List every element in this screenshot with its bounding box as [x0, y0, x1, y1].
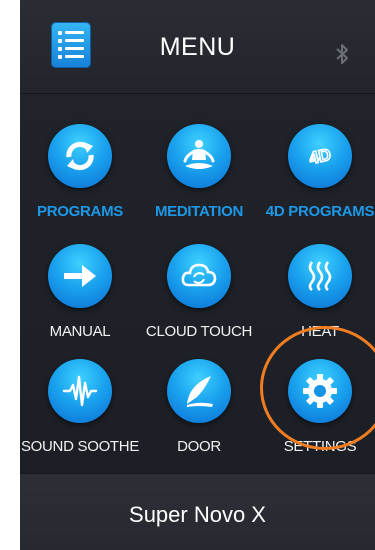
menu-item-label: 4D PROGRAMS [265, 203, 375, 220]
menu-item-meditation[interactable]: MEDITATION [139, 113, 259, 229]
door-leaf-icon [187, 376, 213, 407]
meditation-icon [183, 140, 215, 169]
menu-item-label: HEAT [301, 323, 339, 340]
app-screen: MENU PROGRAMS MEDITATION 4D 4D PROGRAMS … [20, 0, 375, 550]
sync-arrows-icon [66, 141, 94, 171]
4d-icon: 4D [307, 144, 334, 169]
menu-item-sound-soothe[interactable]: SOUND SOOTHE [20, 348, 140, 464]
menu-item-heat[interactable]: HEAT [260, 233, 375, 349]
sound-wave-icon [62, 375, 98, 407]
cloud-sync-icon [181, 263, 217, 287]
menu-item-door[interactable]: DOOR [139, 348, 259, 464]
arrow-right-icon [64, 265, 96, 287]
menu-item-label: MEDITATION [154, 203, 244, 220]
menu-item-label: DOOR [177, 438, 221, 455]
menu-item-cloud-touch[interactable]: CLOUD TOUCH [139, 233, 259, 349]
svg-text:4D: 4D [307, 145, 332, 168]
menu-item-programs[interactable]: PROGRAMS [20, 113, 140, 229]
menu-grid: PROGRAMS MEDITATION 4D 4D PROGRAMS MANUA… [20, 93, 375, 473]
menu-item-label: SETTINGS [283, 438, 357, 455]
menu-item-label: CLOUD TOUCH [145, 323, 253, 340]
heat-waves-icon [308, 261, 332, 292]
footer-bar: Super Novo X [20, 473, 375, 550]
bluetooth-icon [336, 44, 348, 64]
menu-item-4d-programs[interactable]: 4D 4D PROGRAMS [260, 113, 375, 229]
device-name: Super Novo X [129, 502, 266, 527]
gear-icon [303, 374, 337, 408]
menu-item-manual[interactable]: MANUAL [20, 233, 140, 349]
menu-item-settings[interactable]: SETTINGS [260, 348, 375, 464]
page-title: MENU [159, 33, 236, 61]
header-bar: MENU [20, 0, 375, 94]
